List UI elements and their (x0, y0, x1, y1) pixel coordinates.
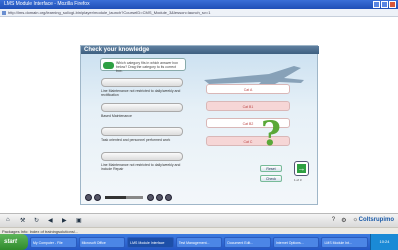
drag-label-1: Line Maintenance not restricted to daily… (101, 89, 181, 97)
maximize-icon[interactable] (381, 1, 388, 8)
category-slot-1[interactable]: Cat A (206, 84, 290, 94)
status-bar: Packages Info: Index of trainingsolution… (0, 227, 398, 234)
play-icon[interactable] (94, 194, 101, 201)
browser-toolbar: ⌂ ⚒ ↻ ◀ ▶ ▣ ? ⚙ ☼ Coltsrupimo (0, 213, 398, 227)
drag-box-3[interactable] (101, 127, 183, 136)
taskbar-item[interactable]: Internet Options... (272, 236, 320, 248)
forward-icon[interactable] (156, 194, 163, 201)
forward-nav-icon[interactable]: ▶ (62, 217, 70, 225)
home-icon[interactable]: ⌂ (6, 217, 14, 225)
check-button[interactable]: Check (260, 175, 282, 182)
start-button[interactable]: start (0, 234, 28, 250)
help-icon[interactable]: ? (332, 217, 335, 224)
back-icon[interactable]: ◀ (48, 217, 56, 225)
rewind-icon[interactable] (85, 194, 92, 201)
close-icon[interactable] (389, 1, 396, 8)
taskbar-item[interactable]: Test Management... (175, 236, 223, 248)
address-bar[interactable]: http://lms.domain.org/learning_sol/cgi-b… (0, 9, 398, 17)
drag-label-4: Line Maintenance not restricted to daily… (101, 163, 181, 171)
page-content: Check your knowledge Which category fits… (0, 17, 398, 213)
question-mark-icon: ? (261, 114, 281, 154)
window-controls (373, 1, 396, 8)
taskbar-item[interactable]: LMS Module Int... (321, 236, 369, 248)
category-slot-2[interactable]: Cat B1 (206, 101, 290, 111)
tools-icon[interactable]: ⚒ (20, 217, 28, 225)
drag-box-2[interactable] (101, 103, 183, 112)
next-arrow-icon[interactable]: → (294, 161, 309, 176)
taskbar-item[interactable]: Microsoft Office (78, 236, 126, 248)
taskbar-item[interactable]: My Computer - File (30, 236, 77, 248)
progress-fill (105, 196, 126, 199)
refresh-icon[interactable]: ↻ (34, 217, 42, 225)
brand-logo: Coltsrupimo (358, 217, 394, 223)
favicon-icon (2, 11, 6, 15)
panel-title: Check your knowledge (81, 46, 319, 54)
question-box: Which category fits in which answer box … (100, 58, 186, 73)
drag-box-1[interactable] (101, 78, 183, 87)
reset-button[interactable]: Reset (260, 165, 282, 172)
url-text[interactable]: http://lms.domain.org/learning_sol/cgi-b… (8, 10, 210, 15)
taskbar-item[interactable]: Document Edit... (224, 236, 271, 248)
question-text: Which category fits in which answer box … (116, 61, 179, 73)
drag-label-3: Task oriented and personnel performed wo… (101, 138, 171, 142)
media-player-controls (85, 193, 172, 202)
settings-icon[interactable]: ⚙ (341, 217, 346, 224)
question-icon (103, 62, 114, 69)
drag-box-4[interactable] (101, 152, 183, 161)
minimize-icon[interactable] (373, 1, 380, 8)
drag-label-2: Based Maintenance (101, 114, 132, 118)
progress-track[interactable] (105, 196, 143, 199)
window-title: LMS Module Interface - Mozilla Firefox (4, 1, 90, 7)
taskbar: start My Computer - File Microsoft Offic… (0, 234, 398, 250)
gear-icon[interactable]: ☼ (353, 217, 359, 224)
quiz-panel: Check your knowledge Which category fits… (80, 45, 319, 205)
window-titlebar: LMS Module Interface - Mozilla Firefox (0, 0, 398, 9)
taskbar-item-active[interactable]: LMS Module Interface (127, 236, 174, 248)
stop-icon[interactable] (165, 194, 172, 201)
page-indicator: 1 of 3 (294, 178, 302, 182)
bookmark-icon[interactable]: ▣ (76, 217, 84, 225)
volume-icon[interactable] (147, 194, 154, 201)
toolbar-right-icons: ? ⚙ ☼ (332, 217, 358, 224)
system-tray-clock: 10:24 (370, 234, 398, 250)
